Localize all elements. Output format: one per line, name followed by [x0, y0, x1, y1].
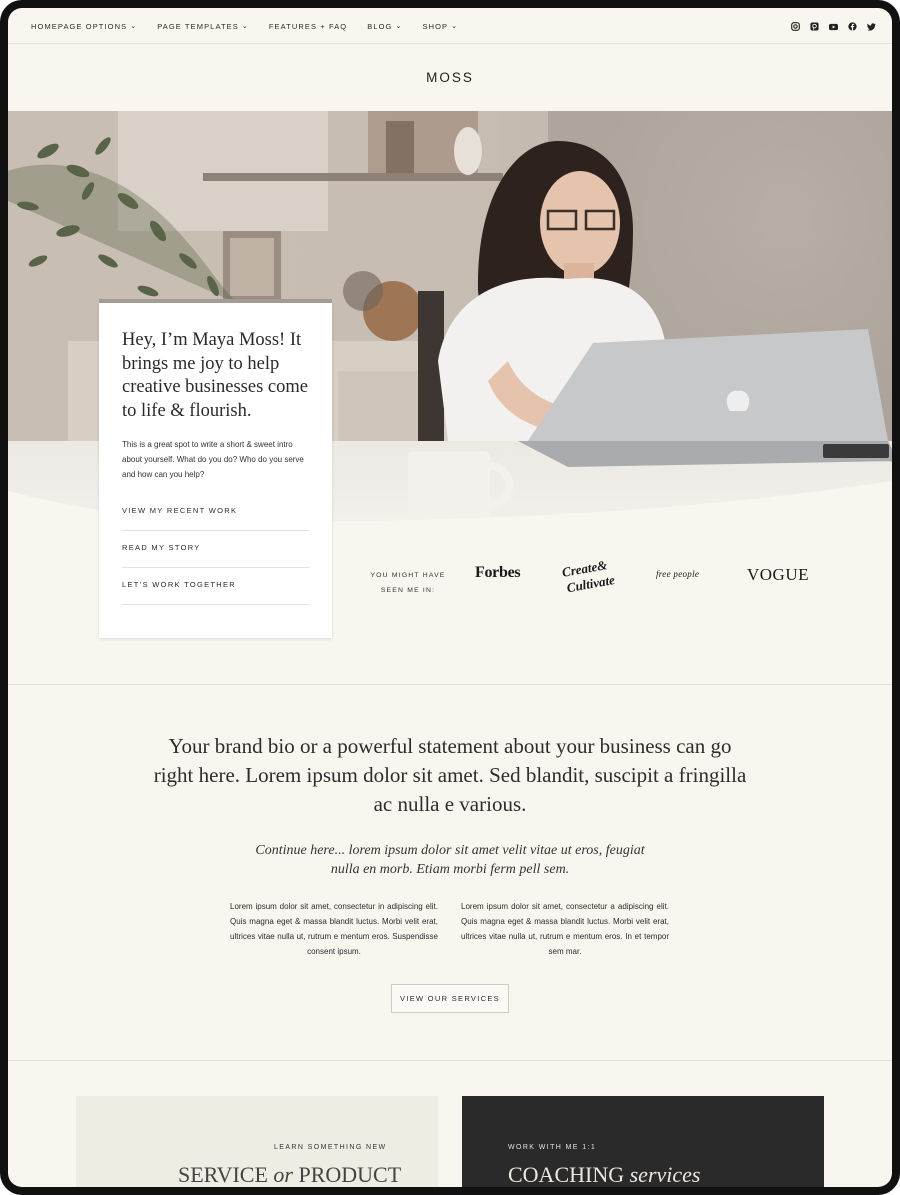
view-recent-work-link[interactable]: VIEW MY RECENT WORK	[122, 494, 309, 531]
site-logo[interactable]: MOSS	[8, 70, 892, 85]
service-product-panel[interactable]: LEARN SOMETHING NEW SERVICE or PRODUCT	[76, 1096, 438, 1187]
nav-item-page-templates[interactable]: PAGE TEMPLATES ⌄	[157, 22, 249, 31]
twitter-icon[interactable]	[867, 22, 876, 31]
nav-item-label: HOMEPAGE OPTIONS	[31, 22, 128, 31]
brand-statement: Your brand bio or a powerful statement a…	[153, 734, 747, 816]
panel-title: COACHING services	[508, 1162, 701, 1187]
chevron-down-icon: ⌄	[451, 22, 459, 30]
panel-subtitle: WORK WITH ME 1:1	[508, 1144, 597, 1151]
chevron-down-icon: ⌄	[130, 22, 138, 30]
nav-menu: HOMEPAGE OPTIONS ⌄ PAGE TEMPLATES ⌄ FEATUR…	[31, 22, 458, 31]
read-my-story-link[interactable]: READ MY STORY	[122, 531, 309, 568]
section-divider	[8, 1060, 892, 1061]
facebook-icon[interactable]	[848, 22, 857, 31]
statement-subtext: Continue here... lorem ipsum dolor sit a…	[255, 843, 645, 877]
intro-card: Hey, I’m Maya Moss! It brings me joy to …	[99, 299, 332, 638]
work-together-link[interactable]: LET’S WORK TOGETHER	[122, 568, 309, 605]
intro-text: This is a great spot to write a short & …	[122, 440, 304, 479]
social-links	[791, 22, 876, 31]
nav-item-label: PAGE TEMPLATES	[157, 22, 239, 31]
forbes-logo: Forbes	[475, 564, 521, 581]
chevron-down-icon: ⌄	[395, 22, 403, 30]
press-label: YOU MIGHT HAVE SEEN ME IN:	[370, 572, 446, 594]
device-frame: HOMEPAGE OPTIONS ⌄ PAGE TEMPLATES ⌄ FEATUR…	[0, 0, 900, 1195]
section-divider	[8, 684, 892, 685]
nav-item-features-faq[interactable]: FEATURES + FAQ	[269, 22, 347, 31]
chevron-down-icon: ⌄	[241, 22, 249, 30]
intro-links: VIEW MY RECENT WORK READ MY STORY LET’S …	[122, 494, 309, 605]
top-nav: HOMEPAGE OPTIONS ⌄ PAGE TEMPLATES ⌄ FEATUR…	[8, 8, 892, 44]
nav-item-label: SHOP	[422, 22, 449, 31]
body-column-right: Lorem ipsum dolor sit amet, consectetur …	[461, 902, 669, 956]
nav-item-blog[interactable]: BLOG ⌄	[367, 22, 402, 31]
coaching-panel[interactable]: WORK WITH ME 1:1 COACHING services	[462, 1096, 824, 1187]
vogue-logo: VOGUE	[747, 565, 809, 584]
nav-item-label: BLOG	[367, 22, 393, 31]
nav-item-label: FEATURES + FAQ	[268, 22, 348, 31]
create-cultivate-logo: Create& Cultivate	[561, 557, 621, 598]
panel-subtitle: LEARN SOMETHING NEW	[274, 1144, 387, 1151]
browser-viewport: HOMEPAGE OPTIONS ⌄ PAGE TEMPLATES ⌄ FEATUR…	[8, 8, 892, 1187]
instagram-icon[interactable]	[791, 22, 800, 31]
view-services-button[interactable]: VIEW OUR SERVICES	[391, 984, 509, 1013]
intro-headline: Hey, I’m Maya Moss! It brings me joy to …	[122, 330, 308, 421]
nav-item-shop[interactable]: SHOP ⌄	[422, 22, 458, 31]
body-column-left: Lorem ipsum dolor sit amet, consectetur …	[230, 902, 438, 956]
free-people-logo: free people	[656, 569, 700, 579]
pinterest-icon[interactable]	[810, 22, 819, 31]
youtube-icon[interactable]	[829, 22, 838, 31]
panel-title: SERVICE or PRODUCT	[178, 1162, 402, 1187]
nav-item-homepage-options[interactable]: HOMEPAGE OPTIONS ⌄	[31, 22, 137, 31]
